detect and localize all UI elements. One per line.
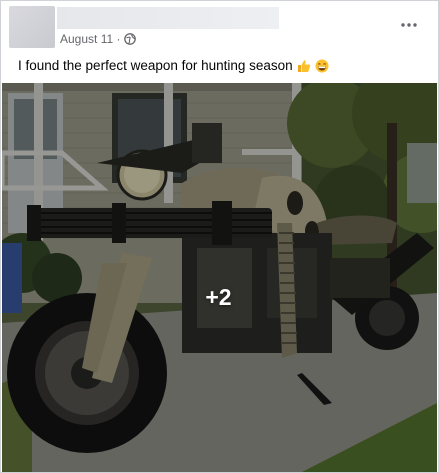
caption-text: I found the perfect weapon for hunting s…	[18, 58, 293, 73]
post-caption: I found the perfect weapon for hunting s…	[18, 58, 329, 73]
grinning-face-emoji-icon	[315, 59, 329, 73]
post-header: August 11 ·	[1, 1, 438, 53]
more-options-icon[interactable]	[400, 17, 418, 27]
globe-icon[interactable]	[124, 33, 137, 45]
facebook-post: August 11 · I found the perfect weapon f…	[0, 0, 439, 473]
post-photo[interactable]: +2	[2, 83, 437, 472]
post-meta: August 11 ·	[60, 32, 137, 46]
author-name-redacted[interactable]	[57, 7, 279, 29]
post-date[interactable]: August 11 ·	[60, 32, 120, 46]
avatar-redacted[interactable]	[9, 6, 55, 48]
thumbs-up-emoji-icon	[297, 59, 311, 73]
